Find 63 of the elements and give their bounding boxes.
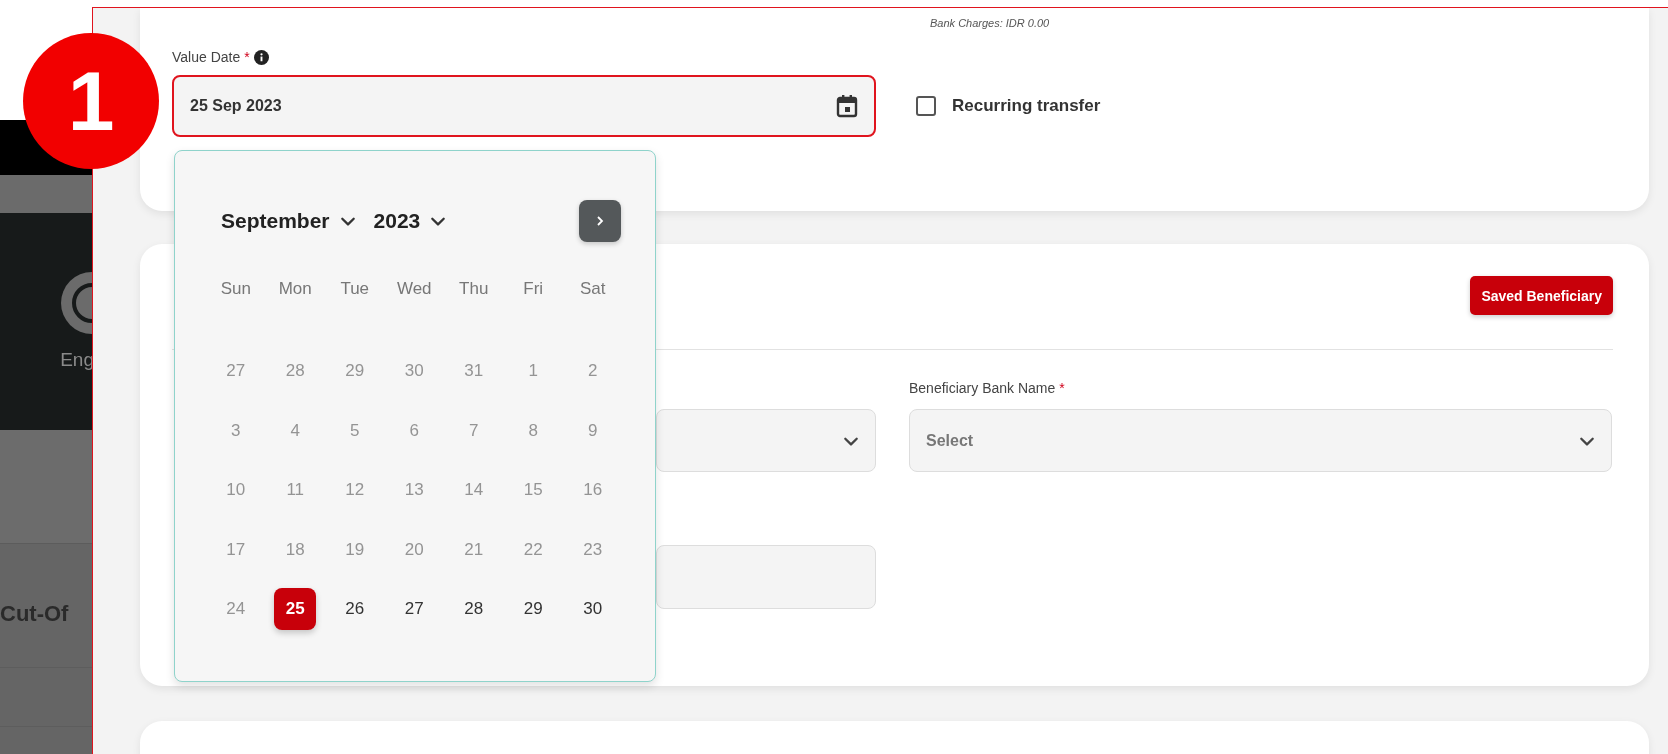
calendar-day: 12: [333, 469, 376, 511]
calendar-day: 14: [452, 469, 495, 511]
input-field[interactable]: [656, 545, 876, 609]
field-label: Value Date: [172, 49, 241, 65]
calendar-day: 16: [571, 469, 614, 511]
calendar-day: 2: [571, 350, 614, 392]
calendar-day[interactable]: 30: [571, 588, 614, 630]
next-month-button[interactable]: [579, 200, 621, 242]
info-icon: [253, 49, 269, 65]
calendar-day: 9: [571, 409, 614, 452]
weekday-label: Sun: [219, 279, 252, 299]
saved-beneficiary-button[interactable]: Saved Beneficiary: [1470, 276, 1613, 315]
calendar-day[interactable]: 28: [452, 588, 495, 630]
calendar-day: 24: [214, 588, 257, 630]
weekday-label: Thu: [458, 279, 490, 299]
calendar-day: 21: [452, 528, 495, 571]
weekday-label: Mon: [277, 279, 313, 299]
calendar-day: 13: [393, 469, 436, 511]
calendar-day: 6: [393, 409, 436, 452]
required-mark: *: [1059, 380, 1065, 396]
weekday-label: Wed: [395, 279, 433, 299]
select-field[interactable]: [656, 409, 876, 472]
calendar-day: 15: [512, 469, 555, 511]
calendar-day: 19: [333, 528, 376, 571]
calendar-day: 22: [512, 528, 555, 571]
weekday-label: Fri: [522, 279, 545, 299]
language-label: Eng: [60, 349, 92, 371]
calendar-day: 11: [274, 469, 317, 511]
bank-charges-text: Bank Charges: IDR 0.00: [930, 17, 1050, 29]
calendar-day[interactable]: 25: [274, 588, 317, 630]
weekday-label: Tue: [339, 279, 371, 299]
calendar-day: 31: [452, 350, 495, 392]
calendar-day[interactable]: 26: [333, 588, 376, 630]
date-field[interactable]: 25 Sep 2023: [172, 75, 876, 137]
chevron-right-icon: [596, 215, 604, 227]
calendar-day: 5: [333, 409, 376, 452]
cutoff-label: Cut-Of: [0, 601, 69, 626]
year-select[interactable]: 2023: [373, 209, 447, 233]
step-number: 1: [67, 52, 115, 150]
select-field[interactable]: Select: [909, 409, 1612, 472]
calendar-day: 28: [274, 350, 317, 392]
calendar-icon: [836, 94, 858, 118]
calendar-day[interactable]: 29: [512, 588, 555, 630]
calendar-day: 27: [214, 350, 257, 392]
checkbox-label: Recurring transfer: [952, 96, 1101, 116]
calendar-day: 30: [393, 350, 436, 392]
calendar-day: 4: [274, 409, 317, 452]
calendar-day: 23: [571, 528, 614, 571]
required-mark: *: [244, 49, 250, 65]
calendar-day: 18: [274, 528, 317, 571]
calendar-day: 1: [512, 350, 555, 392]
calendar-day: 8: [512, 409, 555, 452]
checkbox[interactable]: [916, 96, 936, 116]
calendar-day[interactable]: 27: [393, 588, 436, 630]
month-select[interactable]: September: [221, 209, 356, 233]
calendar-day: 7: [452, 409, 495, 452]
calendar-day: 20: [393, 528, 436, 571]
calendar-day: 17: [214, 528, 257, 571]
field-label: Beneficiary Bank Name: [909, 380, 1056, 396]
calendar-day: 10: [214, 469, 257, 511]
calendar-day: 29: [333, 350, 376, 392]
calendar-day: 3: [214, 409, 257, 452]
weekday-label: Sat: [579, 279, 607, 299]
